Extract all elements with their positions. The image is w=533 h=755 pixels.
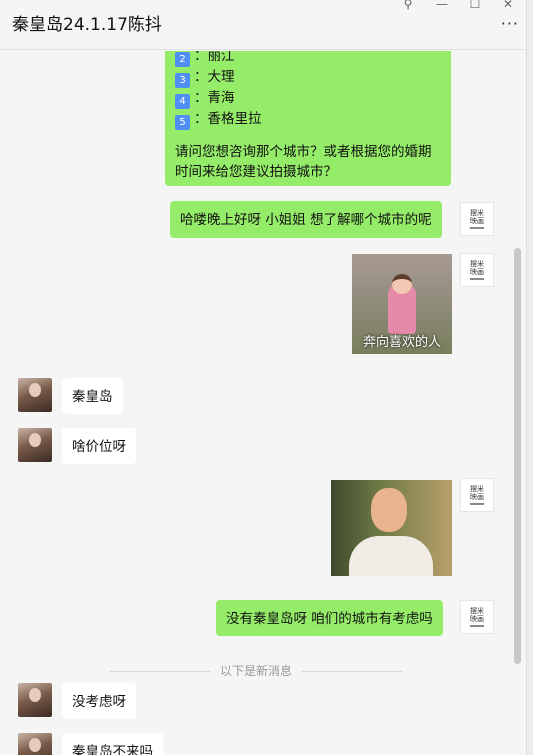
avatar-text: 映画 xyxy=(470,217,484,225)
number-4-icon: 4 xyxy=(175,94,190,109)
sticker-figure-face xyxy=(371,488,407,532)
avatar[interactable] xyxy=(18,683,52,717)
number-5-icon: 5 xyxy=(175,115,190,130)
list-item-text: ：香格里拉 xyxy=(194,111,262,127)
chat-window: 秦皇岛24.1.17陈抖 ⚲ — ☐ ✕ ··· 2 ：丽江 3 ：大理 4 ：青海 … xyxy=(0,0,533,755)
chat-title: 秦皇岛24.1.17陈抖 xyxy=(12,15,162,35)
avatar[interactable] xyxy=(18,378,52,412)
avatar-text: 映画 xyxy=(470,493,484,501)
message-bubble[interactable]: 秦皇岛不来吗 xyxy=(62,733,163,755)
message-bubble[interactable]: 没有秦皇岛呀 咱们的城市有考虑吗 xyxy=(216,600,443,636)
list-item-text: ：青海 xyxy=(194,90,235,106)
list-item: 3 ：大理 xyxy=(175,67,441,88)
list-item: 4 ：青海 xyxy=(175,88,441,109)
avatar[interactable]: 摆米 映画 xyxy=(460,253,494,287)
more-options-icon[interactable]: ··· xyxy=(501,14,519,33)
sticker-caption: 奔向喜欢的人 xyxy=(362,335,441,350)
number-2-icon: 2 xyxy=(175,52,190,67)
message-text: 时间来给您建议拍摄城市？ xyxy=(175,164,337,180)
avatar-text: 摆米 xyxy=(470,607,484,615)
list-item-text: ：丽江 xyxy=(194,51,235,64)
list-item: 5 ：香格里拉 xyxy=(175,109,441,130)
avatar[interactable] xyxy=(18,733,52,755)
message-text: 请问您想咨询那个城市？或者根据您的婚期 xyxy=(175,144,432,160)
avatar-text: 摆米 xyxy=(470,260,484,268)
pin-icon[interactable]: ⚲ xyxy=(398,0,418,11)
message-bubble[interactable]: 没考虑呀 xyxy=(62,683,136,719)
message-bubble[interactable]: 秦皇岛 xyxy=(62,378,123,414)
divider-line xyxy=(110,671,210,672)
number-3-icon: 3 xyxy=(175,73,190,88)
close-icon[interactable]: ✕ xyxy=(498,0,518,11)
message-bubble[interactable]: 哈喽晚上好呀 小姐姐 想了解哪个城市的呢 xyxy=(170,201,442,238)
sticker-image[interactable] xyxy=(331,480,452,576)
sticker-figure-body xyxy=(349,536,433,576)
avatar[interactable]: 摆米 映画 xyxy=(460,478,494,512)
divider-line xyxy=(302,671,402,672)
sticker-figure-head xyxy=(392,274,412,294)
avatar[interactable]: 摆米 映画 xyxy=(460,202,494,236)
list-item-text: ：大理 xyxy=(194,69,235,85)
avatar[interactable]: 摆米 映画 xyxy=(460,600,494,634)
sticker-image[interactable]: 奔向喜欢的人 xyxy=(352,254,452,354)
avatar[interactable] xyxy=(18,428,52,462)
avatar-text: 映画 xyxy=(470,615,484,623)
message-list[interactable]: 2 ：丽江 3 ：大理 4 ：青海 5 ：香格里拉 请问您想咨询那个城市？或者根据您的婚… xyxy=(0,51,512,755)
new-messages-divider: 以下是新消息 xyxy=(220,664,293,678)
avatar-text: 摆米 xyxy=(470,485,484,493)
maximize-icon[interactable]: ☐ xyxy=(465,0,485,11)
list-item: 2 ：丽江 xyxy=(175,51,441,67)
scrollbar-thumb[interactable] xyxy=(514,248,521,664)
minimize-icon[interactable]: — xyxy=(432,0,452,11)
window-edge xyxy=(526,0,533,755)
message-bubble[interactable]: 啥价位呀 xyxy=(62,428,136,464)
avatar-text: 摆米 xyxy=(470,209,484,217)
message-bubble-city-list[interactable]: 2 ：丽江 3 ：大理 4 ：青海 5 ：香格里拉 请问您想咨询那个城市？或者根据您的婚… xyxy=(165,51,451,186)
avatar-text: 映画 xyxy=(470,268,484,276)
title-bar: 秦皇岛24.1.17陈抖 ⚲ — ☐ ✕ ··· xyxy=(0,0,533,50)
